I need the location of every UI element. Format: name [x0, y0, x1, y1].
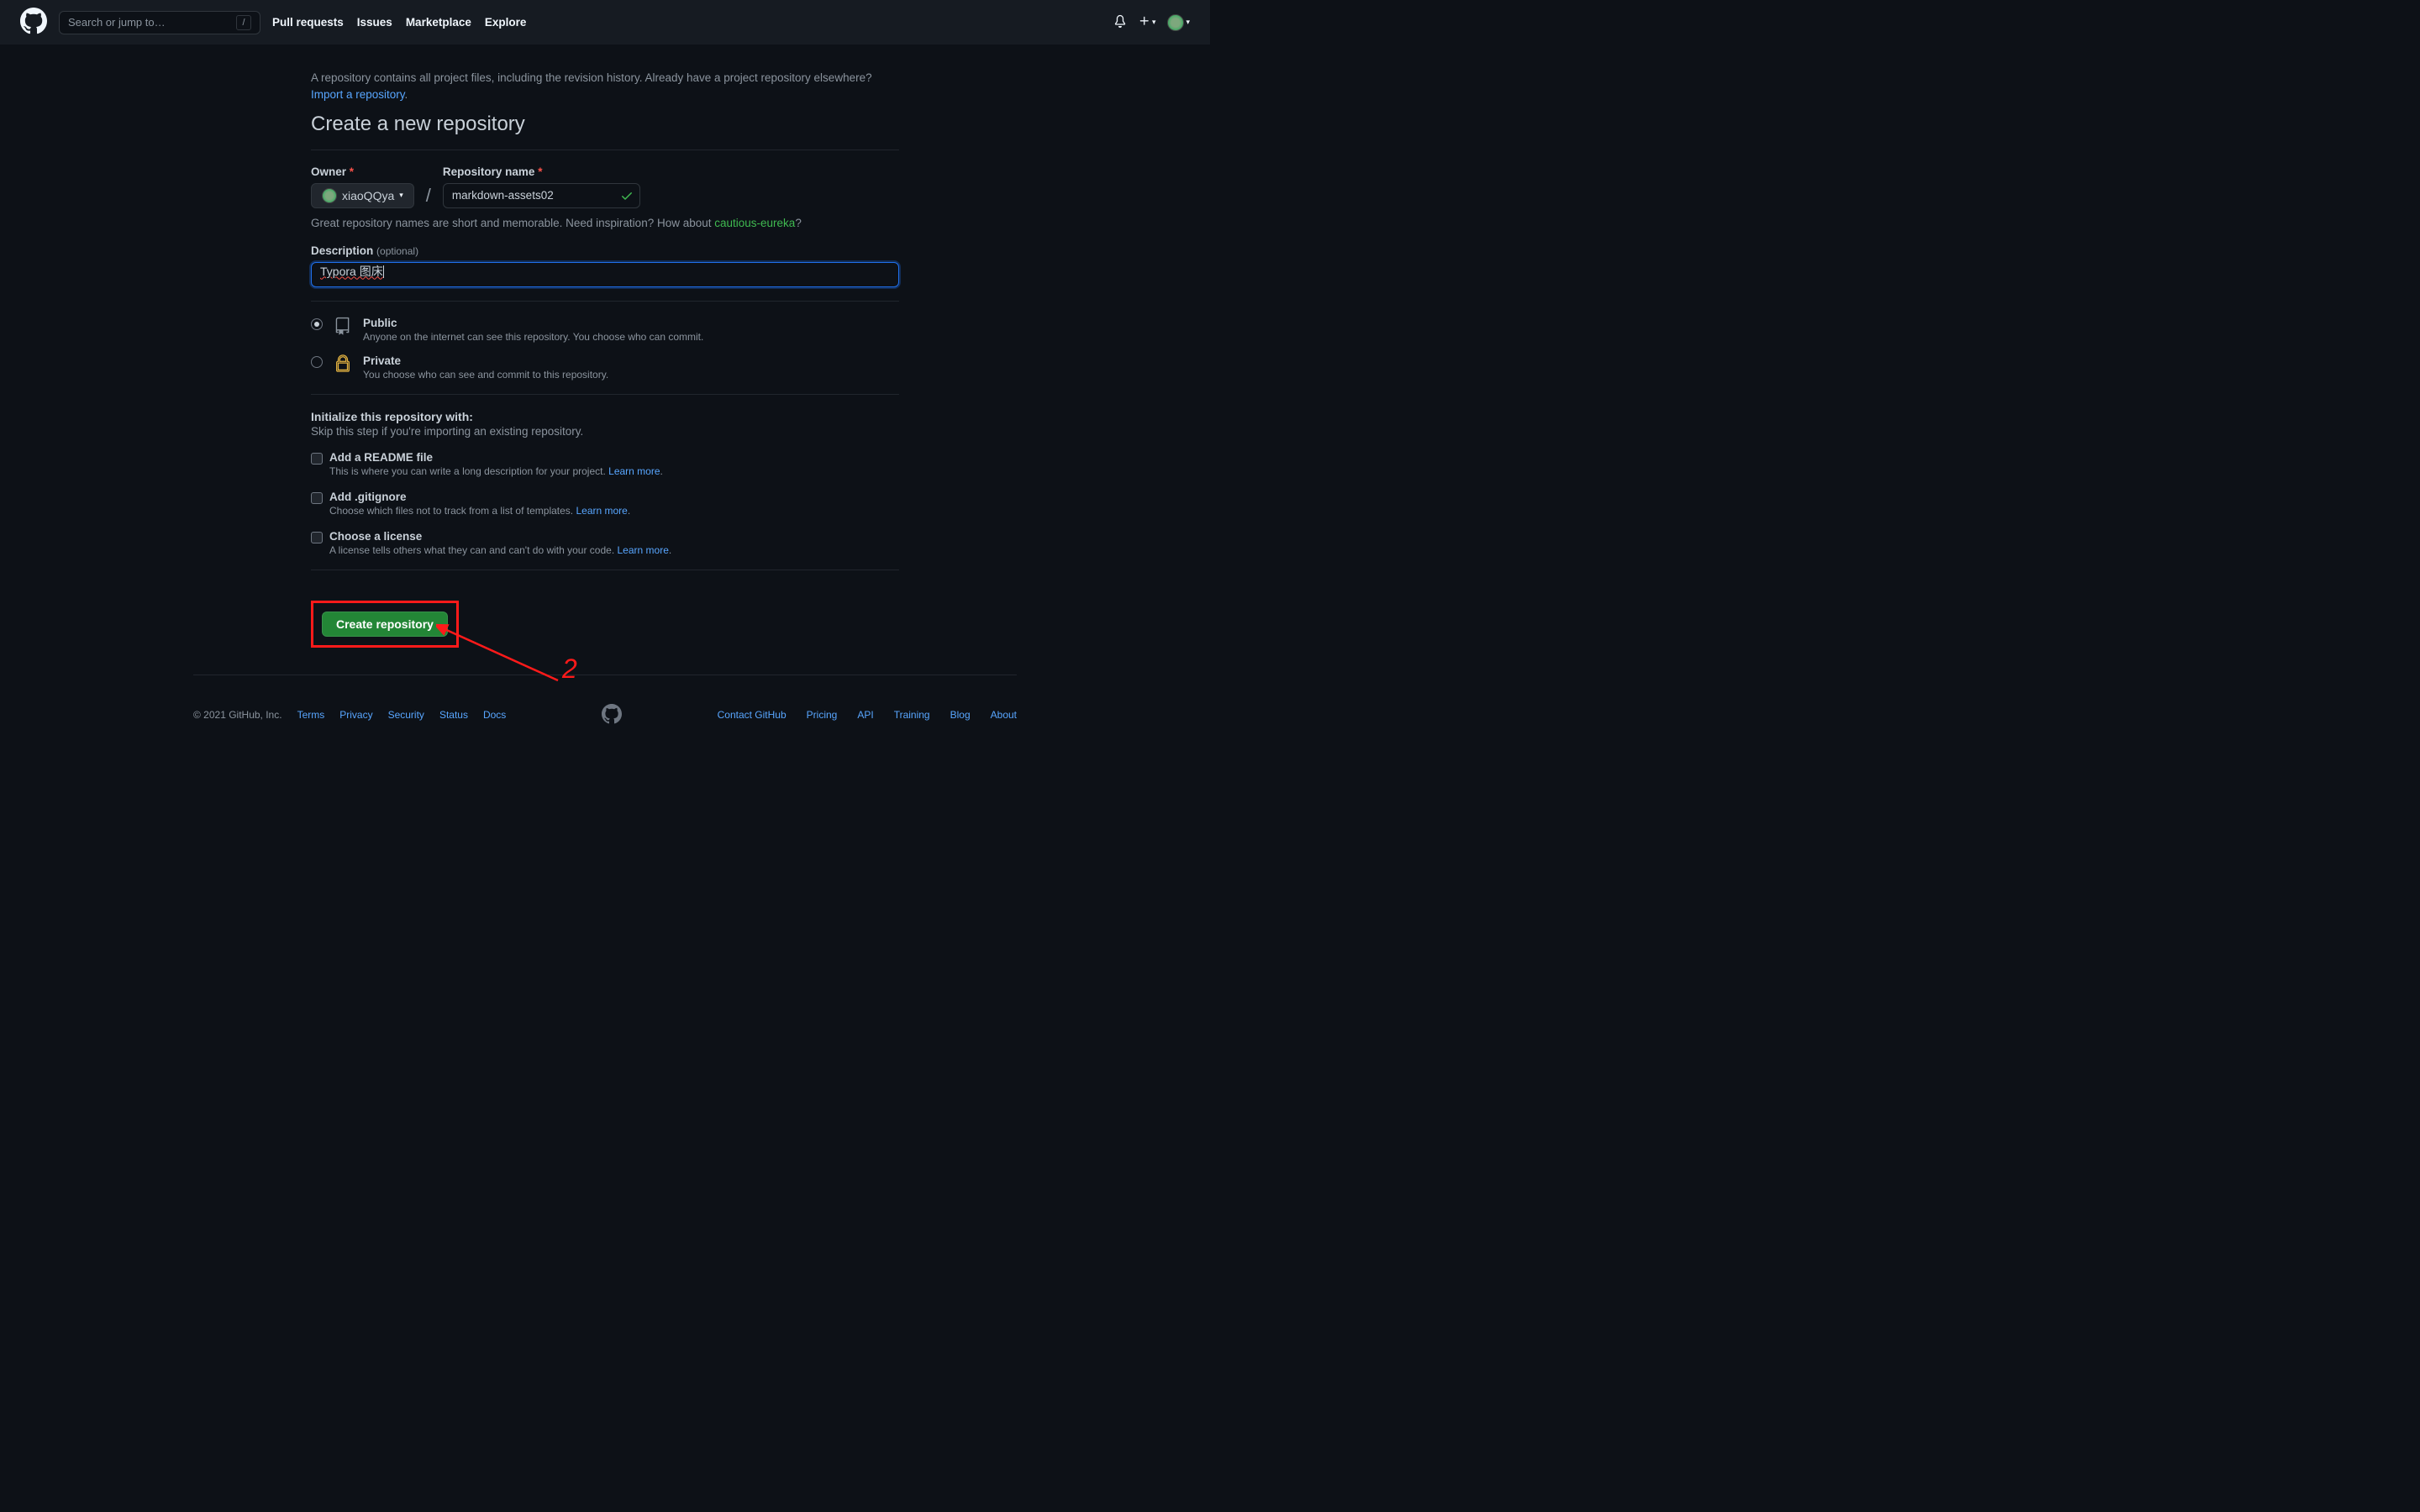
search-input[interactable]: Search or jump to… /	[59, 11, 260, 34]
create-new-dropdown[interactable]: ▾	[1139, 15, 1156, 29]
page-title: Create a new repository	[311, 113, 899, 144]
github-mark-icon[interactable]	[602, 704, 622, 727]
repo-name-input[interactable]	[443, 183, 640, 208]
user-avatar	[1167, 14, 1184, 31]
visibility-private-option[interactable]: Private You choose who can see and commi…	[311, 354, 899, 381]
initialize-title: Initialize this repository with:	[311, 410, 899, 423]
gitignore-learn-more-link[interactable]: Learn more	[576, 505, 627, 517]
notifications-icon[interactable]	[1113, 14, 1127, 30]
nav-marketplace[interactable]: Marketplace	[406, 16, 471, 29]
nav-explore[interactable]: Explore	[485, 16, 527, 29]
readme-option[interactable]: Add a README file This is where you can …	[311, 451, 899, 477]
radio-private[interactable]	[311, 356, 323, 368]
caret-down-icon: ▾	[1186, 18, 1190, 27]
footer-training[interactable]: Training	[894, 709, 930, 721]
footer-contact[interactable]: Contact GitHub	[718, 709, 786, 721]
gitignore-option[interactable]: Add .gitignore Choose which files not to…	[311, 491, 899, 517]
owner-dropdown[interactable]: xiaoQQya ▾	[311, 183, 414, 208]
annotation-highlight-box: Create repository 2	[311, 601, 459, 648]
divider	[311, 394, 899, 395]
global-header: Search or jump to… / Pull requests Issue…	[0, 0, 1210, 45]
readme-subtitle: This is where you can write a long descr…	[329, 465, 663, 477]
github-logo-icon[interactable]	[20, 8, 47, 37]
private-title: Private	[363, 354, 608, 367]
license-subtitle: A license tells others what they can and…	[329, 544, 671, 556]
slash-key-icon: /	[236, 15, 251, 30]
radio-public[interactable]	[311, 318, 323, 330]
plus-icon	[1139, 15, 1150, 29]
readme-learn-more-link[interactable]: Learn more	[608, 465, 660, 477]
initialize-subtitle: Skip this step if you're importing an ex…	[311, 425, 899, 438]
check-icon	[620, 189, 634, 205]
intro-text: A repository contains all project files,…	[311, 70, 899, 104]
caret-down-icon: ▾	[399, 191, 403, 200]
name-suggestion-link[interactable]: cautious-eureka	[714, 217, 795, 229]
caret-down-icon: ▾	[1152, 18, 1156, 27]
license-learn-more-link[interactable]: Learn more	[618, 544, 669, 556]
description-label: Description (optional)	[311, 244, 899, 257]
footer-blog[interactable]: Blog	[950, 709, 971, 721]
owner-name: xiaoQQya	[342, 189, 394, 202]
readme-title: Add a README file	[329, 451, 663, 464]
footer-pricing[interactable]: Pricing	[807, 709, 838, 721]
footer-privacy[interactable]: Privacy	[339, 709, 372, 721]
import-repository-link[interactable]: Import a repository	[311, 88, 405, 101]
readme-checkbox[interactable]	[311, 453, 323, 465]
description-value: Typora 图床	[320, 265, 383, 278]
owner-avatar	[322, 188, 337, 203]
owner-label: Owner *	[311, 165, 414, 178]
public-title: Public	[363, 317, 703, 329]
public-subtitle: Anyone on the internet can see this repo…	[363, 331, 703, 343]
gitignore-subtitle: Choose which files not to track from a l…	[329, 505, 630, 517]
license-checkbox[interactable]	[311, 532, 323, 543]
copyright: © 2021 GitHub, Inc.	[193, 709, 282, 721]
nav-links: Pull requests Issues Marketplace Explore	[272, 16, 526, 29]
footer: © 2021 GitHub, Inc. Terms Privacy Securi…	[193, 675, 1017, 727]
main-content: A repository contains all project files,…	[311, 45, 899, 648]
footer-docs[interactable]: Docs	[483, 709, 506, 721]
private-subtitle: You choose who can see and commit to thi…	[363, 369, 608, 381]
license-option[interactable]: Choose a license A license tells others …	[311, 530, 899, 556]
gitignore-title: Add .gitignore	[329, 491, 630, 503]
nav-issues[interactable]: Issues	[357, 16, 392, 29]
nav-pull-requests[interactable]: Pull requests	[272, 16, 344, 29]
description-input[interactable]: Typora 图床	[311, 262, 899, 287]
visibility-public-option[interactable]: Public Anyone on the internet can see th…	[311, 317, 899, 343]
divider	[311, 301, 899, 302]
footer-terms[interactable]: Terms	[297, 709, 325, 721]
path-separator: /	[426, 185, 431, 208]
annotation-number: 2	[562, 654, 577, 685]
gitignore-checkbox[interactable]	[311, 492, 323, 504]
footer-status[interactable]: Status	[439, 709, 468, 721]
create-repository-button[interactable]: Create repository	[322, 612, 448, 637]
footer-about[interactable]: About	[991, 709, 1017, 721]
repo-name-hint: Great repository names are short and mem…	[311, 217, 899, 229]
search-placeholder: Search or jump to…	[68, 16, 166, 29]
license-title: Choose a license	[329, 530, 671, 543]
user-menu[interactable]: ▾	[1167, 14, 1190, 31]
text-cursor	[383, 265, 384, 278]
footer-api[interactable]: API	[857, 709, 873, 721]
lock-icon	[331, 354, 355, 373]
footer-security[interactable]: Security	[388, 709, 424, 721]
repo-icon	[331, 317, 355, 335]
repo-name-label: Repository name *	[443, 165, 640, 178]
